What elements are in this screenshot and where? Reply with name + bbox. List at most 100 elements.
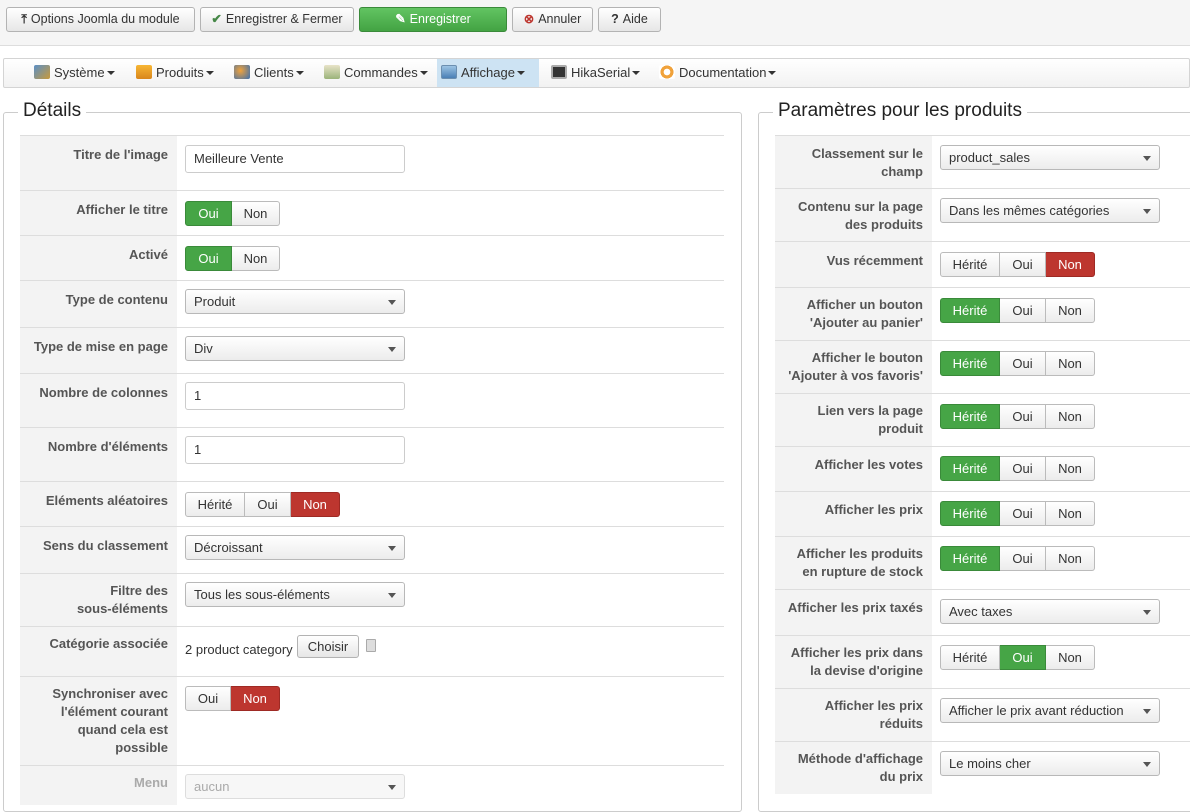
herite-option[interactable]: Hérité (940, 298, 1000, 323)
save-close-button[interactable]: ✔ Enregistrer & Fermer (200, 7, 354, 32)
herite-option[interactable]: Hérité (940, 404, 1000, 429)
menu-select[interactable]: aucun (185, 774, 405, 799)
herite-option[interactable]: Hérité (940, 546, 1000, 571)
orders-icon (324, 65, 340, 79)
herite-option[interactable]: Hérité (185, 492, 245, 517)
votes-toggle[interactable]: Hérité Oui Non (940, 456, 1095, 481)
upload-icon: ⤒ (21, 12, 27, 26)
add-to-cart-toggle[interactable]: Hérité Oui Non (940, 298, 1095, 323)
row-original-currency: Afficher les prix dans la devise d'origin… (775, 635, 1190, 688)
oui-option[interactable]: Oui (185, 201, 232, 226)
row-price-method: Méthode d'affichage du prix Le moins cher (775, 741, 1190, 794)
menu-item-documentation[interactable]: Documentation (655, 59, 777, 87)
non-option[interactable]: Non (1046, 645, 1095, 670)
non-option[interactable]: Non (1046, 298, 1095, 323)
show-title-toggle[interactable]: Oui Non (185, 201, 280, 226)
row-add-to-wishlist: Afficher le bouton 'Ajouter à vos favoris… (775, 340, 1190, 393)
save-button[interactable]: ✎ Enregistrer (359, 7, 507, 32)
non-option[interactable]: Non (1046, 501, 1095, 526)
row-image-title: Titre de l'image Meilleure Vente (20, 135, 724, 190)
items-input[interactable]: 1 (185, 436, 405, 464)
price-method-select[interactable]: Le moins cher (940, 751, 1160, 776)
non-option[interactable]: Non (1046, 456, 1095, 481)
row-show-title: Afficher le titre Oui Non (20, 190, 724, 235)
herite-option[interactable]: Hérité (940, 456, 1000, 481)
taxed-prices-select[interactable]: Avec taxes (940, 599, 1160, 624)
product-link-toggle[interactable]: Hérité Oui Non (940, 404, 1095, 429)
herite-option[interactable]: Hérité (940, 351, 1000, 376)
menu-item-systeme[interactable]: Système (30, 59, 115, 87)
non-option[interactable]: Non (232, 201, 280, 226)
random-toggle[interactable]: Hérité Oui Non (185, 492, 340, 517)
caret-down-icon (106, 71, 115, 75)
oui-option[interactable]: Oui (1000, 252, 1046, 277)
row-columns: Nombre de colonnes 1 (20, 373, 724, 427)
docs-icon (659, 65, 675, 79)
menu-bar: Système Produits Clients Commandes Affic… (3, 58, 1190, 88)
active-toggle[interactable]: Oui Non (185, 246, 280, 271)
menu-item-hikaserial[interactable]: HikaSerial (547, 59, 641, 87)
dropdown-arrow-icon (388, 593, 396, 598)
caret-down-icon (419, 71, 428, 75)
choose-button[interactable]: Choisir (297, 635, 359, 658)
menu-item-commandes[interactable]: Commandes (320, 59, 428, 87)
non-option[interactable]: Non (1046, 404, 1095, 429)
oui-option[interactable]: Oui (1000, 501, 1046, 526)
herite-option[interactable]: Hérité (940, 501, 1000, 526)
herite-option[interactable]: Hérité (940, 252, 1000, 277)
row-category: Catégorie associée 2 product category Ch… (20, 626, 724, 676)
menu-item-produits[interactable]: Produits (132, 59, 214, 87)
non-option[interactable]: Non (1046, 546, 1095, 571)
row-recently-viewed: Vus récemment Hérité Oui Non (775, 241, 1190, 287)
layout-type-select[interactable]: Div (185, 336, 405, 361)
add-to-wishlist-toggle[interactable]: Hérité Oui Non (940, 351, 1095, 376)
caret-down-icon (632, 71, 641, 75)
non-option[interactable]: Non (1046, 351, 1095, 376)
herite-option[interactable]: Hérité (940, 645, 1000, 670)
non-option[interactable]: Non (231, 686, 280, 711)
help-button[interactable]: ? Aide (598, 7, 661, 32)
row-out-of-stock: Afficher les produits en rupture de stock… (775, 536, 1190, 589)
menu-item-clients[interactable]: Clients (230, 59, 304, 87)
sync-toggle[interactable]: Oui Non (185, 686, 280, 711)
oui-option[interactable]: Oui (1000, 645, 1046, 670)
row-sort-field: Classement sur le champ product_sales (775, 135, 1190, 188)
non-option[interactable]: Non (232, 246, 280, 271)
oui-option[interactable]: Oui (185, 246, 232, 271)
menu-item-affichage[interactable]: Affichage (437, 59, 539, 87)
content-type-select[interactable]: Produit (185, 289, 405, 314)
trash-icon[interactable] (366, 639, 376, 652)
image-title-input[interactable]: Meilleure Vente (185, 145, 405, 173)
filter-select[interactable]: Tous les sous-éléments (185, 582, 405, 607)
oui-option[interactable]: Oui (1000, 546, 1046, 571)
dropdown-arrow-icon (1143, 156, 1151, 161)
row-filter: Filtre des sous-éléments Tous les sous-él… (20, 573, 724, 626)
cancel-button[interactable]: ⊗ Annuler (512, 7, 593, 32)
order-direction-select[interactable]: Décroissant (185, 535, 405, 560)
row-layout-type: Type de mise en page Div (20, 327, 724, 373)
oui-option[interactable]: Oui (185, 686, 231, 711)
row-active: Activé Oui Non (20, 235, 724, 280)
row-random: Eléments aléatoires Hérité Oui Non (20, 481, 724, 526)
dropdown-arrow-icon (388, 300, 396, 305)
recently-viewed-toggle[interactable]: Hérité Oui Non (940, 252, 1095, 277)
page-content-select[interactable]: Dans les mêmes catégories (940, 198, 1160, 223)
dropdown-arrow-icon (388, 347, 396, 352)
prices-toggle[interactable]: Hérité Oui Non (940, 501, 1095, 526)
row-menu: Menu aucun (20, 765, 724, 805)
oui-option[interactable]: Oui (1000, 298, 1046, 323)
non-option[interactable]: Non (1046, 252, 1095, 277)
oui-option[interactable]: Oui (245, 492, 291, 517)
out-of-stock-toggle[interactable]: Hérité Oui Non (940, 546, 1095, 571)
joomla-options-button[interactable]: ⤒ Options Joomla du module (6, 7, 195, 32)
non-option[interactable]: Non (291, 492, 340, 517)
sort-field-select[interactable]: product_sales (940, 145, 1160, 170)
original-currency-toggle[interactable]: Hérité Oui Non (940, 645, 1095, 670)
oui-option[interactable]: Oui (1000, 404, 1046, 429)
reduced-prices-select[interactable]: Afficher le prix avant réduction (940, 698, 1160, 723)
row-items: Nombre d'éléments 1 (20, 427, 724, 481)
oui-option[interactable]: Oui (1000, 351, 1046, 376)
oui-option[interactable]: Oui (1000, 456, 1046, 481)
box-icon (136, 65, 152, 79)
columns-input[interactable]: 1 (185, 382, 405, 410)
